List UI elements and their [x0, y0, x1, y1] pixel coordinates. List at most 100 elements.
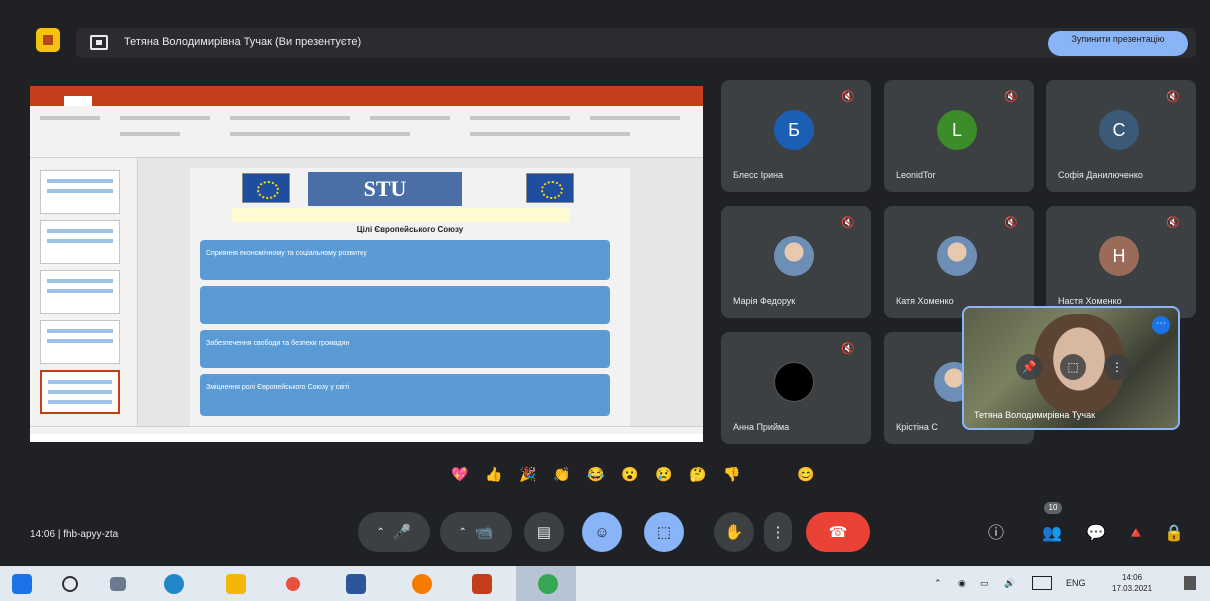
avatar — [774, 362, 814, 402]
project-banner — [232, 208, 570, 222]
slide-thumbnails — [30, 158, 138, 434]
search-icon[interactable] — [62, 576, 78, 592]
reaction-sad-icon[interactable]: 😢 — [652, 462, 676, 486]
clock-time: 14:06 — [1122, 573, 1143, 582]
captions-button[interactable]: ▤ — [524, 512, 564, 552]
mic-off-icon: 🔇 — [1166, 91, 1180, 103]
participant-name: Софія Данилюченко — [1058, 170, 1143, 180]
keyboard-icon[interactable] — [1032, 576, 1052, 590]
people-icon[interactable]: 👥 — [1040, 522, 1064, 546]
powerpoint-body: STU Цілі Європейського Союзу Сприяння ек… — [30, 158, 703, 434]
reaction-thumbs-up-icon[interactable]: 👍 — [482, 462, 506, 486]
file-explorer-icon[interactable] — [226, 574, 246, 594]
meeting-details-icon[interactable]: ⓘ — [984, 522, 1008, 546]
reaction-party-icon[interactable]: 🎉 — [516, 462, 540, 486]
powerpoint-icon[interactable] — [472, 574, 492, 594]
shared-screen: STU Цілі Європейського Союзу Сприяння ек… — [30, 86, 703, 442]
notifications-icon[interactable] — [1184, 576, 1196, 590]
tray-arrow-icon[interactable]: ⌃ — [934, 578, 942, 589]
reaction-surprised-icon[interactable]: 😮 — [618, 462, 642, 486]
more-options-icon[interactable]: ⋯ — [1152, 316, 1170, 334]
current-slide: STU Цілі Європейського Союзу Сприяння ек… — [190, 168, 630, 426]
meet-taskbar-icon — [538, 574, 558, 594]
mic-off-icon: 🔇 — [841, 91, 855, 103]
meet-window: Тетяна Володимирівна Тучак (Ви презентує… — [0, 0, 1210, 601]
powerpoint-tabs — [30, 96, 703, 106]
chat-icon[interactable]: 💬 — [1084, 522, 1108, 546]
reaction-clap-icon[interactable]: 👏 — [550, 462, 574, 486]
stu-logo: STU — [308, 172, 462, 206]
language-indicator[interactable]: ENG — [1066, 578, 1086, 588]
participant-name: Блесс Ірина — [733, 170, 784, 180]
network-icon[interactable]: ◉ — [958, 578, 966, 589]
self-name: Тетяна Володимирівна Тучак — [974, 410, 1096, 420]
participant-name: Марія Федорук — [733, 296, 796, 306]
participant-name: Крістіна С — [896, 422, 938, 432]
present-icon: ⬚ — [656, 524, 672, 541]
minimize-icon[interactable]: ⬚ — [1060, 354, 1086, 380]
meeting-code: fhb-apyy-zta — [63, 529, 119, 540]
present-screen-icon — [90, 35, 108, 50]
slide-heading: Цілі Європейського Союзу — [356, 225, 464, 234]
volume-icon[interactable]: 🔊 — [1004, 578, 1015, 589]
chrome-icon[interactable] — [412, 574, 432, 594]
camera-button[interactable]: ⌃ 📹 — [440, 512, 512, 552]
emoji-icon: ☺ — [594, 523, 610, 541]
goal-box — [200, 286, 610, 324]
participant-tile[interactable]: 🔇 Марія Федорук — [721, 206, 871, 318]
reaction-heart-icon[interactable]: 💖 — [448, 462, 472, 486]
more-vert-icon[interactable]: ⋮ — [1104, 354, 1130, 380]
app-icon[interactable] — [286, 577, 300, 591]
stop-presenting-button[interactable]: Зупинити презентацію — [1048, 31, 1188, 56]
raise-hand-button[interactable]: ✋ — [714, 512, 754, 552]
taskbar-clock[interactable]: 14:06 17.03.2021 — [1112, 572, 1152, 594]
self-view-tile[interactable]: ⋯ 📌 ⬚ ⋮ Тетяна Володимирівна Тучак — [962, 306, 1180, 430]
pin-icon[interactable]: 📌 — [1016, 354, 1042, 380]
participant-tile[interactable]: 🔇 Катя Хоменко — [884, 206, 1034, 318]
leave-call-button[interactable]: ☎ — [806, 512, 870, 552]
participant-name: Катя Хоменко — [896, 296, 954, 306]
meeting-info: 14:06 | fhb-apyy-zta — [30, 529, 118, 540]
present-button[interactable]: ⬚ — [644, 512, 684, 552]
slide-thumbnail[interactable] — [40, 320, 120, 364]
participant-tile[interactable]: 🔇 Анна Прийма — [721, 332, 871, 444]
emoji-button[interactable]: ☺ — [582, 512, 622, 552]
mic-button[interactable]: ⌃ 🎤 — [358, 512, 430, 552]
reaction-laugh-icon[interactable]: 😂 — [584, 462, 608, 486]
activities-icon[interactable]: 🔺 — [1124, 522, 1148, 546]
reaction-smile-icon[interactable]: 😊 — [794, 462, 818, 486]
slide-thumbnail-selected[interactable] — [40, 370, 120, 414]
windows-start-icon[interactable] — [12, 574, 32, 594]
mic-icon: 🎤 — [392, 524, 412, 541]
avatar: Б — [774, 110, 814, 150]
avatar: С — [1099, 110, 1139, 150]
participant-name: LeonidTor — [896, 170, 936, 180]
windows-taskbar — [0, 566, 1210, 601]
more-options-button[interactable]: ⋮ — [764, 512, 792, 552]
slide-thumbnail[interactable] — [40, 220, 120, 264]
mic-off-icon: 🔇 — [1004, 91, 1018, 103]
edge-icon[interactable] — [164, 574, 184, 594]
mic-off-icon: 🔇 — [1166, 217, 1180, 229]
battery-icon[interactable]: ▭ — [980, 578, 989, 589]
camera-icon: 📹 — [474, 524, 494, 541]
participant-tile[interactable]: 🔇 Б Блесс Ірина — [721, 80, 871, 192]
active-taskbar-item[interactable] — [516, 566, 576, 601]
slide-thumbnail[interactable] — [40, 170, 120, 214]
mic-off-icon: 🔇 — [841, 217, 855, 229]
hangup-icon: ☎ — [828, 524, 848, 541]
slide-thumbnail[interactable] — [40, 270, 120, 314]
host-controls-icon[interactable]: 🔒 — [1162, 522, 1186, 546]
participant-tile[interactable]: 🔇 Н Настя Хоменко — [1046, 206, 1196, 318]
reaction-thumbs-down-icon[interactable]: 👎 — [720, 462, 744, 486]
task-view-icon[interactable] — [110, 577, 126, 591]
reaction-thinking-icon[interactable]: 🤔 — [686, 462, 710, 486]
participant-tile[interactable]: 🔇 L LeonidTor — [884, 80, 1034, 192]
participant-tile[interactable]: 🔇 С Софія Данилюченко — [1046, 80, 1196, 192]
powerpoint-statusbar — [30, 426, 703, 434]
goal-box: Забезпечення свободи та безпеки громадян — [200, 330, 610, 368]
eu-flag-icon — [242, 173, 290, 203]
captions-icon: ▤ — [536, 524, 552, 541]
powerpoint-titlebar — [30, 86, 703, 96]
word-icon[interactable] — [346, 574, 366, 594]
